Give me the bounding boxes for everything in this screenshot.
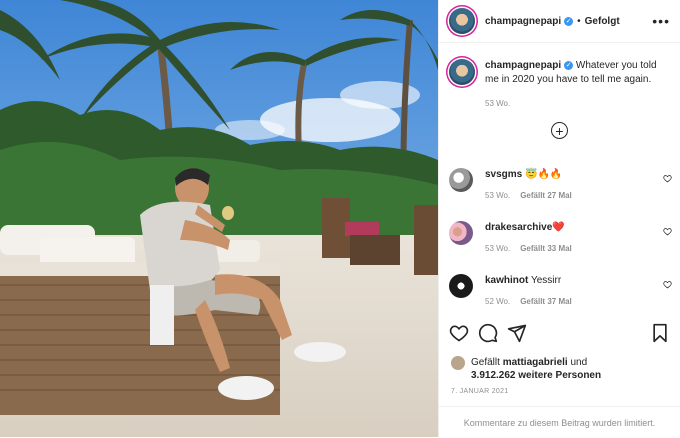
comment-text: Yessirr [530,275,562,286]
likes-count[interactable]: 3.912.262 [471,370,516,381]
comment-time: 53 Wo. [485,244,511,253]
comment-avatar[interactable] [449,168,473,192]
caption-avatar[interactable] [449,59,475,85]
verified-badge-icon: ✓ [564,16,574,26]
comment-likes[interactable]: Gefällt 27 Mal [520,191,572,200]
comments-limited-text: Kommentare zu diesem Beitrag wurden limi… [463,417,656,428]
heart-icon[interactable] [663,227,672,236]
liker-avatar[interactable] [451,356,465,370]
post-side-panel: champagnepapi ✓ • Gefolgt ••• champagnep… [438,0,680,437]
share-icon[interactable] [507,323,527,343]
likes-suffix[interactable]: weitere Personen [518,370,601,381]
post-photo[interactable] [0,0,438,437]
comment-username[interactable]: svsgms [485,169,522,180]
heart-icon[interactable] [663,280,672,289]
bookmark-icon[interactable] [650,323,670,343]
comment-item: drakesarchive❤️ 53 Wo. Gefällt 33 Mal [449,221,672,253]
comment-item: kawhinot Yessirr 52 Wo. Gefällt 37 Mal [449,274,672,306]
plus-circle-icon[interactable]: + [551,122,568,139]
comment-meta: 52 Wo. Gefällt 37 Mal [485,297,672,306]
comment-icon[interactable] [478,323,498,343]
more-dots-icon[interactable]: ••• [652,13,670,29]
instagram-post: champagnepapi ✓ • Gefolgt ••• champagnep… [0,0,680,437]
verified-badge-icon: ✓ [564,61,574,70]
author-avatar[interactable] [449,8,475,34]
follow-status-button[interactable]: Gefolgt [585,16,620,27]
likes-mid: und [570,357,588,368]
comment-meta: 53 Wo. Gefällt 33 Mal [485,244,672,253]
beach-photo [0,0,438,437]
comment-text: ❤️ [552,222,565,233]
post-header: champagnepapi ✓ • Gefolgt ••• [439,0,680,43]
comment-time: 52 Wo. [485,297,511,306]
load-more: + [439,122,680,139]
comment-avatar[interactable] [449,221,473,245]
comment-meta: 53 Wo. Gefällt 27 Mal [485,191,672,200]
comment-time: 53 Wo. [485,191,511,200]
likes-prefix: Gefällt [471,357,500,368]
comment-likes[interactable]: Gefällt 33 Mal [520,244,572,253]
liker-username[interactable]: mattiagabrieli [503,357,568,368]
comment-likes[interactable]: Gefällt 37 Mal [520,297,572,306]
heart-icon[interactable] [449,323,469,343]
post-caption: champagnepapi ✓ Whatever you told me in 2… [439,43,680,108]
comment-username[interactable]: kawhinot [485,275,528,286]
action-bar [449,323,670,345]
separator-dot: • [577,15,581,27]
caption-time: 53 Wo. [485,99,511,108]
heart-icon[interactable] [663,174,672,183]
likes-summary: Gefällt mattiagabrieli und 3.912.262 wei… [451,356,601,382]
post-date[interactable]: 7. JANUAR 2021 [451,388,509,395]
comment-avatar[interactable] [449,274,473,298]
author-username[interactable]: champagnepapi [485,16,561,27]
comment-text: 😇🔥🔥 [525,169,563,180]
comments-limited-notice: Kommentare zu diesem Beitrag wurden limi… [439,406,680,438]
comment-item: svsgms 😇🔥🔥 53 Wo. Gefällt 27 Mal [449,168,672,200]
comment-username[interactable]: drakesarchive [485,222,552,233]
caption-username[interactable]: champagnepapi [485,60,561,71]
